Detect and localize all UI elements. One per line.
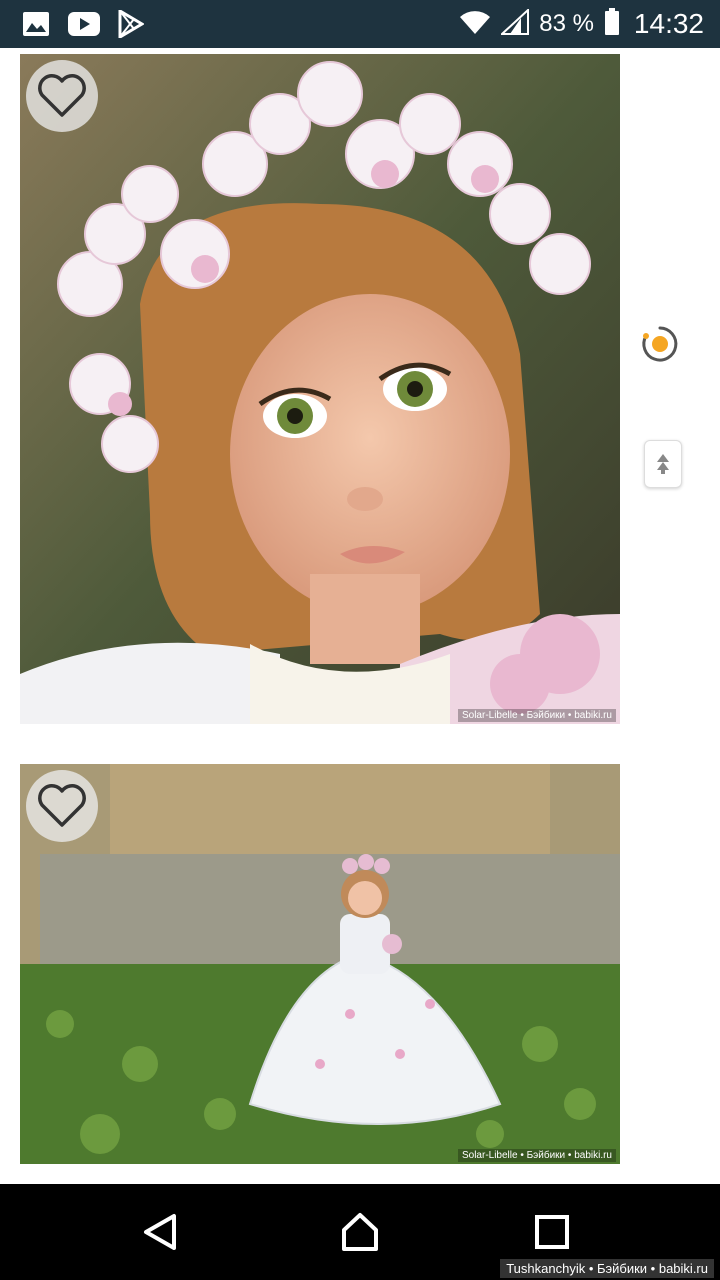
back-button[interactable] bbox=[136, 1208, 184, 1256]
battery-percent: 83 % bbox=[539, 10, 594, 37]
notification-icons bbox=[22, 8, 145, 43]
clock: 14:32 bbox=[633, 8, 704, 39]
feed-photo[interactable]: Solar-Libelle • Бэйбики • babiki.ru bbox=[20, 54, 620, 724]
heart-outline-icon bbox=[38, 74, 86, 117]
battery-icon bbox=[604, 7, 620, 41]
play-store-icon bbox=[118, 8, 145, 43]
site-credit: Tushkanchyik • Бэйбики • babiki.ru bbox=[500, 1259, 714, 1278]
photo-watermark: Solar-Libelle • Бэйбики • babiki.ru bbox=[457, 709, 616, 722]
back-icon bbox=[144, 1214, 176, 1250]
spinner-icon bbox=[642, 326, 678, 362]
heart-outline-icon bbox=[38, 784, 86, 827]
feed-photo[interactable]: Solar-Libelle • Бэйбики • babiki.ru bbox=[20, 764, 620, 1164]
image-icon bbox=[22, 11, 50, 42]
loading-indicator[interactable] bbox=[640, 324, 680, 364]
scroll-to-top-button[interactable] bbox=[644, 440, 682, 488]
system-status: 83 % 14:32 bbox=[459, 0, 704, 48]
navigation-bar: Tushkanchyik • Бэйбики • babiki.ru bbox=[0, 1184, 720, 1280]
recent-apps-icon bbox=[535, 1215, 569, 1249]
doll-on-grass-image bbox=[20, 764, 620, 1164]
doll-portrait-image bbox=[20, 54, 620, 724]
home-icon bbox=[342, 1213, 378, 1251]
image-feed[interactable]: Solar-Libelle • Бэйбики • babiki.ru Sola… bbox=[0, 48, 720, 1184]
status-bar: 83 % 14:32 bbox=[0, 0, 720, 48]
double-chevron-up-icon bbox=[657, 454, 669, 474]
home-button[interactable] bbox=[336, 1208, 384, 1256]
favorite-button[interactable] bbox=[26, 770, 98, 842]
recent-apps-button[interactable] bbox=[528, 1208, 576, 1256]
signal-icon bbox=[499, 7, 530, 40]
favorite-button[interactable] bbox=[26, 60, 98, 132]
photo-watermark: Solar-Libelle • Бэйбики • babiki.ru bbox=[457, 1149, 616, 1162]
youtube-icon bbox=[68, 12, 100, 41]
wifi-icon bbox=[459, 9, 491, 40]
